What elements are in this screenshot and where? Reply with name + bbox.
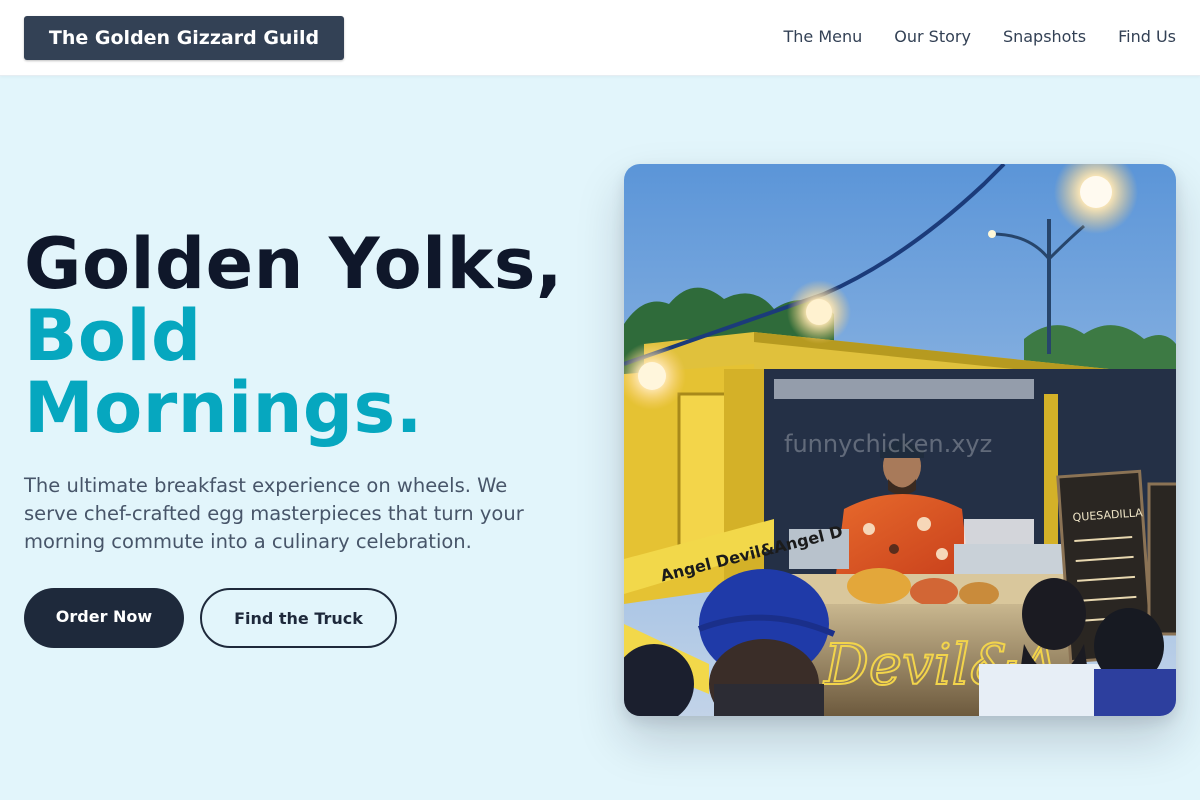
nav-link-menu[interactable]: The Menu	[783, 27, 862, 46]
photo-watermark: funnychicken.xyz	[784, 430, 992, 458]
hero-title: Golden Yolks, Bold Mornings.	[24, 228, 604, 444]
hero-food-truck-photo: Devil&A QUESADILLA Angel Devil&Angel D f…	[624, 164, 1176, 716]
hero-title-line-2: Bold	[24, 295, 202, 377]
food-truck-illustration: Devil&A QUESADILLA Angel Devil&Angel D f…	[624, 164, 1176, 716]
nav-link-find-us[interactable]: Find Us	[1118, 27, 1176, 46]
order-now-button[interactable]: Order Now	[24, 588, 184, 648]
main-nav: The Menu Our Story Snapshots Find Us	[751, 0, 1176, 72]
nav-link-our-story[interactable]: Our Story	[894, 27, 971, 46]
site-header: The Golden Gizzard Guild The Menu Our St…	[0, 0, 1200, 76]
nav-link-snapshots[interactable]: Snapshots	[1003, 27, 1086, 46]
hero-title-line-3: Mornings.	[24, 367, 423, 449]
hero-description: The ultimate breakfast experience on whe…	[24, 474, 524, 553]
find-the-truck-button[interactable]: Find the Truck	[200, 588, 397, 648]
hero-title-line-1: Golden Yolks,	[24, 223, 563, 305]
brand-logo[interactable]: The Golden Gizzard Guild	[24, 16, 344, 60]
